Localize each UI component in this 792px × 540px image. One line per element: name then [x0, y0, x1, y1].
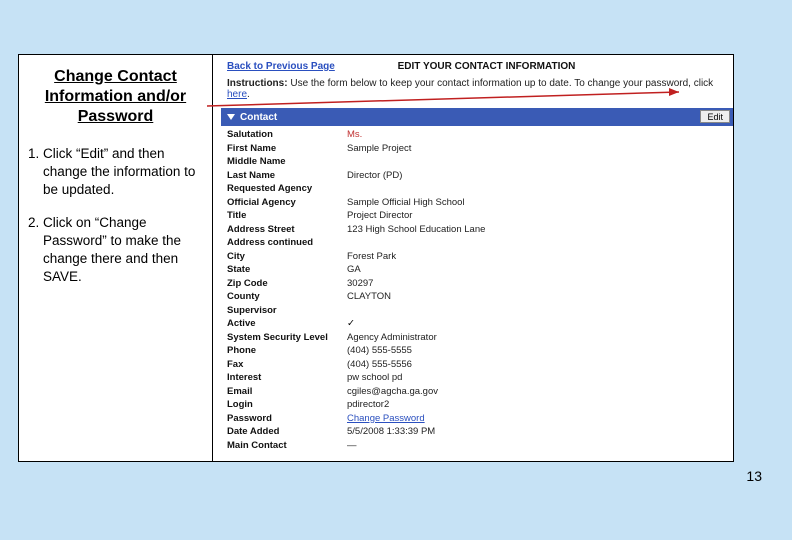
panel-heading: Change Contact Information and/or Passwo… [25, 67, 206, 127]
value-first-name: Sample Project [347, 142, 727, 156]
value-middle-name [347, 155, 727, 169]
value-active: ✓ [347, 317, 727, 331]
value-supervisor [347, 304, 727, 318]
label-zip: Zip Code [227, 277, 347, 291]
label-fax: Fax [227, 358, 347, 372]
here-link[interactable]: here [227, 89, 247, 100]
edit-button[interactable]: Edit [700, 110, 730, 123]
value-zip: 30297 [347, 277, 727, 291]
label-salutation: Salutation [227, 128, 347, 142]
label-password: Password [227, 412, 347, 426]
page-title: EDIT YOUR CONTACT INFORMATION [398, 61, 576, 72]
value-salutation: Ms. [347, 128, 727, 142]
value-address: 123 High School Education Lane [347, 223, 727, 237]
value-security-level: Agency Administrator [347, 331, 727, 345]
value-email: cgiles@agcha.ga.gov [347, 385, 727, 399]
label-requested-agency: Requested Agency [227, 182, 347, 196]
label-state: State [227, 263, 347, 277]
value-login: pdirector2 [347, 398, 727, 412]
label-last-name: Last Name [227, 169, 347, 183]
change-password-link[interactable]: Change Password [347, 412, 727, 426]
value-city: Forest Park [347, 250, 727, 264]
contact-header: Contact Edit [221, 108, 733, 126]
value-date-added: 5/5/2008 1:33:39 PM [347, 425, 727, 439]
value-interest: pw school pd [347, 371, 727, 385]
step-1: Click “Edit” and then change the informa… [43, 145, 206, 200]
chevron-down-icon [227, 114, 235, 120]
label-active: Active [227, 317, 347, 331]
label-main-contact: Main Contact [227, 439, 347, 453]
instructions-panel: Change Contact Information and/or Passwo… [19, 55, 213, 461]
value-title: Project Director [347, 209, 727, 223]
label-date-added: Date Added [227, 425, 347, 439]
label-address2: Address continued [227, 236, 347, 250]
label-middle-name: Middle Name [227, 155, 347, 169]
label-title: Title [227, 209, 347, 223]
page-number: 13 [746, 468, 762, 484]
label-interest: Interest [227, 371, 347, 385]
label-county: County [227, 290, 347, 304]
label-address: Address Street [227, 223, 347, 237]
screenshot-panel: Back to Previous Page EDIT YOUR CONTACT … [221, 57, 733, 459]
label-supervisor: Supervisor [227, 304, 347, 318]
instructions-text: Instructions: Use the form below to keep… [221, 74, 733, 108]
value-address2 [347, 236, 727, 250]
label-first-name: First Name [227, 142, 347, 156]
back-link[interactable]: Back to Previous Page [227, 61, 335, 72]
value-last-name: Director (PD) [347, 169, 727, 183]
value-requested-agency [347, 182, 727, 196]
step-2: Click on “Change Password” to make the c… [43, 214, 206, 287]
value-county: CLAYTON [347, 290, 727, 304]
label-login: Login [227, 398, 347, 412]
value-state: GA [347, 263, 727, 277]
value-fax: (404) 555-5556 [347, 358, 727, 372]
label-city: City [227, 250, 347, 264]
value-main-contact: — [347, 439, 727, 453]
value-phone: (404) 555-5555 [347, 344, 727, 358]
label-phone: Phone [227, 344, 347, 358]
value-official-agency: Sample Official High School [347, 196, 727, 210]
label-official-agency: Official Agency [227, 196, 347, 210]
label-email: Email [227, 385, 347, 399]
label-security-level: System Security Level [227, 331, 347, 345]
